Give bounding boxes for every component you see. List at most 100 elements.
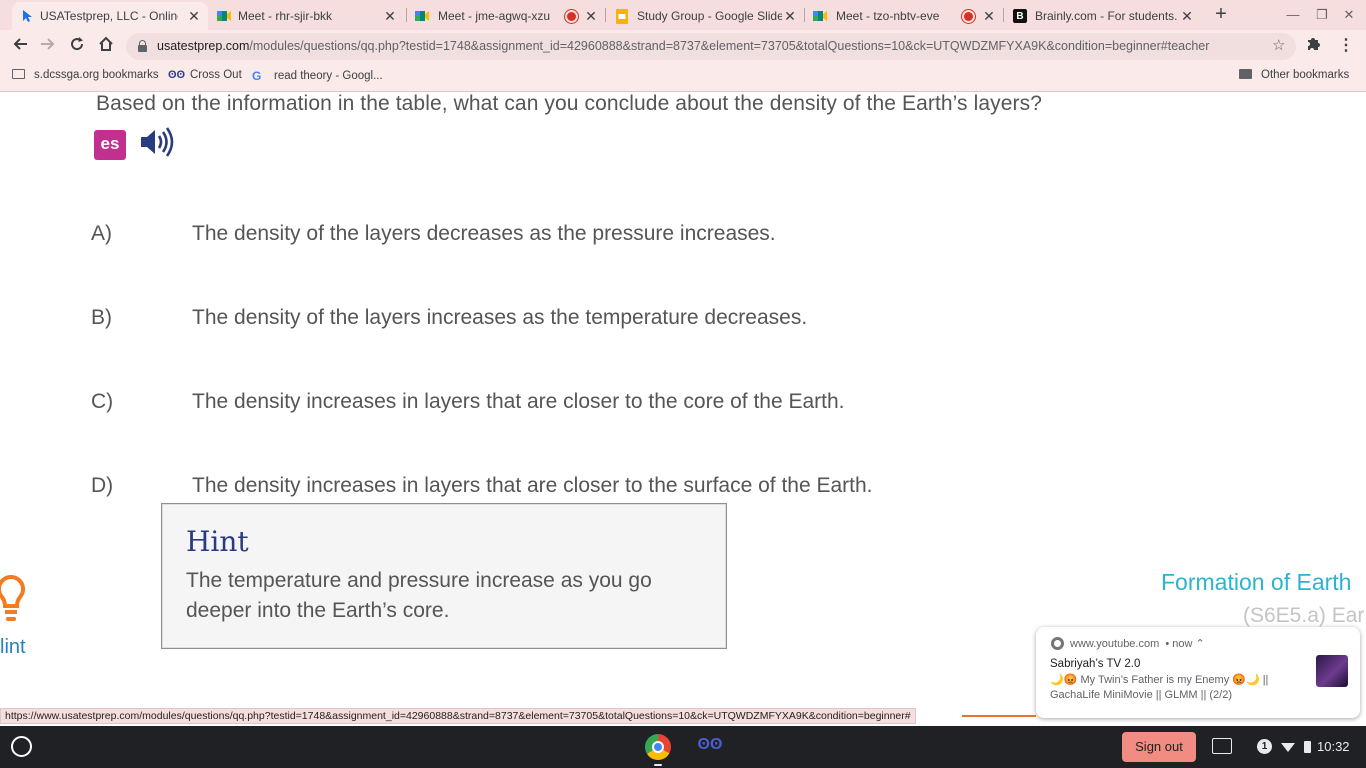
bookmarks-bar: s.dcssga.org bookmarks ʘʘ Cross Out G re… (0, 63, 1366, 92)
hint-title: Hint (186, 525, 249, 558)
notification-body: 🌙😡 My Twin’s Father is my Enemy 😡🌙 || Ga… (1050, 674, 1269, 701)
tab-title: Study Group - Google Slides (637, 9, 782, 23)
google-icon: G (252, 69, 262, 83)
close-icon[interactable]: ✕ (981, 8, 997, 24)
choice-text: The density increases in layers that are… (192, 474, 873, 497)
hint-body: The temperature and pressure increase as… (186, 569, 652, 622)
tab-separator (406, 8, 407, 22)
choice-letter: B) (91, 306, 112, 329)
tab-meet-2[interactable]: Meet - jme-agwq-xzu ✕ (408, 2, 604, 30)
wifi-icon (1281, 743, 1295, 752)
system-shelf: ʘʘ Sign out 1 10:32 (0, 726, 1366, 768)
bookmark-label: read theory - Googl... (274, 70, 383, 82)
standard-code: (S6E5.a) Ear (1243, 604, 1365, 627)
url-text[interactable]: usatestprep.com/modules/questions/qq.php… (157, 39, 1262, 53)
tab-meet-1[interactable]: Meet - rhr-sjir-bkk ✕ (210, 2, 406, 30)
meet-icon (414, 8, 430, 24)
choice-text: The density of the layers decreases as t… (192, 222, 776, 245)
notification-popup[interactable]: www.youtube.com • now ⌃ Sabriyah’s TV 2.… (1036, 627, 1360, 718)
close-icon[interactable]: ✕ (186, 8, 202, 24)
close-icon[interactable]: ✕ (382, 8, 398, 24)
chrome-app-icon[interactable] (645, 734, 671, 760)
lightbulb-icon[interactable] (0, 574, 26, 626)
clock: 10:32 (1317, 739, 1350, 754)
url-path: /modules/questions/qq.php?testid=1748&as… (249, 39, 1210, 53)
page-content: Based on the information in the table, w… (0, 92, 1366, 706)
owl-app-icon[interactable]: ʘʘ (695, 736, 725, 758)
bookmark-folder-dcssga[interactable]: s.dcssga.org bookmarks (12, 69, 159, 81)
notification-title: Sabriyah’s TV 2.0 (1050, 658, 1141, 670)
folder-icon (12, 69, 26, 81)
notification-source: www.youtube.com • now ⌃ (1070, 638, 1205, 650)
back-button[interactable] (9, 36, 31, 58)
tab-slides[interactable]: Study Group - Google Slides ✕ (607, 2, 803, 30)
browser-toolbar: usatestprep.com/modules/questions/qq.php… (0, 30, 1366, 63)
tab-separator (605, 8, 606, 22)
tab-title: Brainly.com - For students. B (1035, 9, 1179, 23)
question-text: Based on the information in the table, w… (96, 92, 1042, 115)
spanish-translate-button[interactable]: es (94, 130, 126, 160)
close-icon[interactable]: ✕ (1179, 8, 1195, 24)
topic-title: Formation of Earth (1161, 569, 1352, 595)
status-tray[interactable]: 1 10:32 (1248, 732, 1360, 762)
choice-text: The density increases in layers that are… (192, 390, 845, 413)
sign-out-button[interactable]: Sign out (1122, 732, 1196, 762)
hint-toggle-label[interactable]: lint (0, 636, 26, 659)
notification-thumbnail (1316, 655, 1348, 687)
other-bookmarks-label: Other bookmarks (1261, 69, 1350, 81)
choice-letter: A) (91, 222, 112, 245)
close-icon[interactable]: ✕ (782, 8, 798, 24)
bookmark-label: s.dcssga.org bookmarks (34, 69, 159, 81)
tab-strip: USATestprep, LLC - Online Sta ✕ Meet - r… (0, 0, 1366, 30)
brainly-icon: B (1013, 9, 1027, 23)
reload-button[interactable] (66, 36, 88, 58)
bookmark-cross-out[interactable]: ʘʘ Cross Out (168, 69, 242, 81)
folder-icon (1239, 69, 1253, 81)
restore-button[interactable]: ❐ (1313, 6, 1331, 24)
progress-line (962, 715, 1036, 717)
tab-meet-3[interactable]: Meet - tzo-nbtv-eve ✕ (806, 2, 1002, 30)
bookmark-read-theory[interactable]: G read theory - Googl... (252, 69, 383, 83)
launcher-icon[interactable] (11, 736, 32, 757)
choice-letter: C) (91, 390, 114, 413)
tab-usatestprep[interactable]: USATestprep, LLC - Online Sta ✕ (12, 2, 208, 30)
battery-icon (1304, 741, 1311, 753)
tab-separator (1003, 8, 1004, 22)
choice-letter: D) (91, 474, 114, 497)
url-host: usatestprep.com (157, 39, 250, 53)
close-window-button[interactable]: ✕ (1340, 6, 1358, 24)
lock-icon[interactable] (138, 40, 147, 52)
close-icon[interactable]: ✕ (583, 8, 599, 24)
tab-separator (804, 8, 805, 22)
choice-text: The density of the layers increases as t… (192, 306, 808, 329)
home-button[interactable] (95, 36, 117, 58)
keyboard-icon[interactable] (1212, 738, 1232, 754)
meet-icon (812, 8, 828, 24)
other-bookmarks[interactable]: Other bookmarks (1239, 69, 1349, 81)
meet-icon (216, 8, 232, 24)
hint-popup: Hint The temperature and pressure increa… (161, 503, 727, 649)
more-menu-icon[interactable]: ⋮ (1338, 35, 1354, 55)
cursor-icon (20, 8, 36, 24)
recording-icon (964, 12, 973, 21)
status-url: https://www.usatestprep.com/modules/ques… (0, 708, 916, 724)
tab-brainly[interactable]: B Brainly.com - For students. B ✕ (1005, 2, 1201, 30)
owl-icon: ʘʘ (168, 69, 186, 81)
tab-title: Meet - tzo-nbtv-eve (836, 9, 940, 23)
tab-title: Meet - jme-agwq-xzu (438, 9, 551, 23)
recording-icon (567, 12, 576, 21)
tab-title: Meet - rhr-sjir-bkk (238, 9, 333, 23)
chrome-icon (1051, 637, 1064, 650)
slides-icon (614, 8, 630, 24)
bookmark-label: Cross Out (190, 69, 242, 81)
minimize-button[interactable]: — (1284, 6, 1302, 24)
speaker-icon[interactable] (139, 126, 175, 158)
address-bar[interactable]: usatestprep.com/modules/questions/qq.php… (126, 33, 1296, 60)
tab-title: USATestprep, LLC - Online Sta (40, 9, 178, 23)
extensions-icon[interactable] (1306, 36, 1321, 55)
active-app-indicator (654, 764, 662, 766)
new-tab-button[interactable]: + (1210, 4, 1232, 26)
forward-button[interactable] (37, 36, 59, 58)
bookmark-star-icon[interactable]: ☆ (1272, 36, 1285, 54)
notification-count-badge: 1 (1257, 739, 1272, 754)
